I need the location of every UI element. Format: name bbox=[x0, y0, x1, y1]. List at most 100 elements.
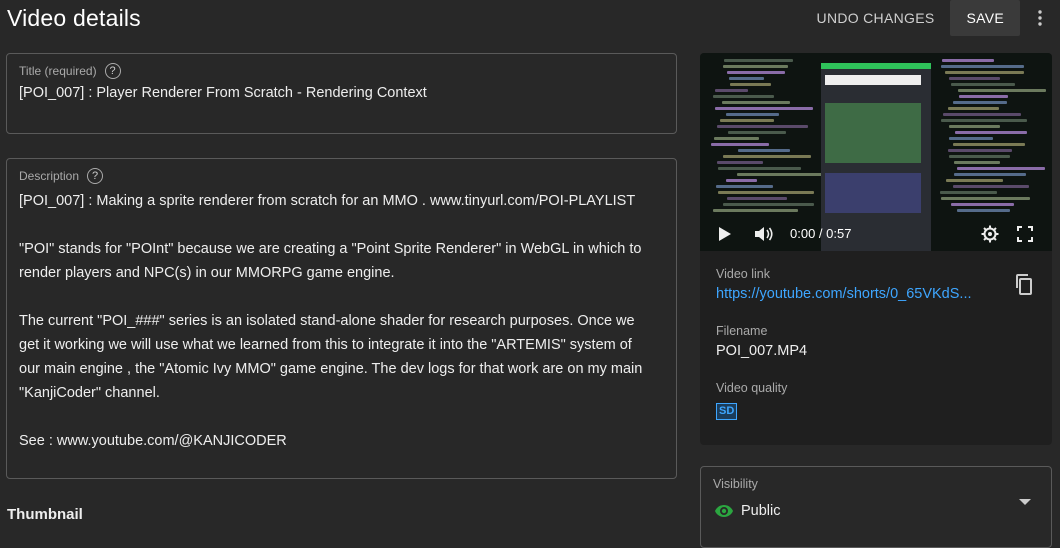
video-frame-code-line bbox=[723, 155, 811, 158]
page-title: Video details bbox=[7, 5, 141, 31]
video-frame-code-line bbox=[958, 89, 1046, 92]
video-frame-code-line bbox=[717, 125, 808, 128]
video-frame-panel bbox=[825, 173, 921, 213]
settings-icon[interactable] bbox=[981, 225, 999, 243]
save-button[interactable]: SAVE bbox=[950, 0, 1020, 36]
dropdown-arrow-icon[interactable] bbox=[1019, 499, 1031, 505]
description-label-row: Description ? bbox=[19, 168, 104, 184]
video-link-section: Video link https://youtube.com/shorts/0_… bbox=[716, 267, 972, 302]
video-frame-code-line bbox=[941, 119, 1027, 122]
video-frame-code-line bbox=[726, 113, 779, 116]
video-frame-code-line bbox=[723, 203, 814, 206]
video-frame-code-line bbox=[715, 89, 748, 92]
title-field[interactable]: Title (required) ? [POI_007] : Player Re… bbox=[6, 53, 677, 134]
visibility-dropdown[interactable]: Visibility Public bbox=[700, 466, 1052, 548]
title-label-row: Title (required) ? bbox=[19, 63, 121, 79]
video-frame-code-line bbox=[940, 191, 997, 194]
video-frame-code-line bbox=[949, 137, 993, 140]
video-frame-code-line bbox=[728, 131, 786, 134]
undo-changes-button[interactable]: UNDO CHANGES bbox=[801, 0, 951, 36]
video-frame-bar bbox=[821, 63, 931, 69]
video-frame-code-line bbox=[943, 113, 1021, 116]
video-frame-code-line bbox=[941, 197, 1030, 200]
sd-quality-badge: SD bbox=[716, 403, 738, 420]
video-frame-code-line bbox=[941, 65, 1024, 68]
help-icon[interactable]: ? bbox=[104, 63, 121, 79]
video-frame-code-line bbox=[717, 161, 763, 164]
video-link-label: Video link bbox=[716, 267, 770, 281]
description-blank-line bbox=[19, 405, 667, 429]
video-frame-panel bbox=[825, 103, 921, 163]
play-icon[interactable] bbox=[718, 226, 732, 242]
video-frame-code-line bbox=[949, 77, 1000, 80]
filename-value: POI_007.MP4 bbox=[716, 343, 808, 359]
description-input[interactable]: [POI_007] : Making a sprite renderer fro… bbox=[19, 189, 667, 453]
title-input[interactable]: [POI_007] : Player Renderer From Scratch… bbox=[19, 85, 427, 101]
description-line: get it working we will use what we learn… bbox=[19, 337, 632, 353]
video-frame-code-line bbox=[957, 167, 1045, 170]
video-frame-code-line bbox=[953, 143, 1025, 146]
description-line: "POI" stands for "POInt" because we are … bbox=[19, 241, 642, 257]
video-frame-code-line bbox=[955, 131, 1027, 134]
video-frame-code-line bbox=[954, 173, 1026, 176]
video-frame-code-line bbox=[715, 107, 813, 110]
video-frame-code-line bbox=[737, 173, 827, 176]
video-frame-code-line bbox=[953, 101, 1007, 104]
visibility-value: Public bbox=[741, 503, 781, 519]
video-frame-code-line bbox=[720, 119, 774, 122]
description-line: "KanjiCoder" channel. bbox=[19, 385, 160, 401]
video-time: 0:00 / 0:57 bbox=[790, 226, 852, 241]
video-frame-code-line bbox=[730, 83, 771, 86]
video-frame-code-line bbox=[716, 185, 773, 188]
video-player[interactable]: 0:00 / 0:57 bbox=[700, 53, 1052, 251]
video-quality-section: Video quality SD bbox=[716, 381, 787, 420]
visibility-value-row: Public bbox=[715, 503, 781, 519]
eye-icon bbox=[715, 505, 733, 517]
video-frame-code-line bbox=[954, 161, 1000, 164]
description-line: The current "POI_###" series is an isola… bbox=[19, 313, 635, 329]
video-frame-code-line bbox=[713, 95, 774, 98]
video-frame-code-line bbox=[727, 197, 787, 200]
description-line: [POI_007] : Making a sprite renderer fro… bbox=[19, 193, 636, 209]
video-frame-code-line bbox=[951, 83, 1015, 86]
video-frame-code-line bbox=[957, 209, 1010, 212]
video-frame-code-line bbox=[948, 149, 1012, 152]
filename-section: Filename POI_007.MP4 bbox=[716, 324, 807, 359]
video-quality-label: Video quality bbox=[716, 381, 788, 395]
video-frame-code-line bbox=[953, 185, 1029, 188]
video-frame-code-line bbox=[726, 179, 757, 182]
video-frame-code-line bbox=[727, 71, 785, 74]
video-frame-code-line bbox=[718, 167, 801, 170]
video-frame-code-line bbox=[724, 59, 793, 62]
description-line: render players and NPC(s) in our MMORPG … bbox=[19, 265, 395, 281]
volume-icon[interactable] bbox=[754, 226, 774, 242]
video-frame-code-line bbox=[729, 77, 764, 80]
filename-label: Filename bbox=[716, 324, 768, 338]
title-label: Title (required) bbox=[19, 64, 97, 78]
more-options-icon[interactable] bbox=[1020, 0, 1060, 36]
video-controls: 0:00 / 0:57 bbox=[700, 216, 1052, 251]
video-frame-code-line bbox=[722, 101, 790, 104]
video-frame-code-line bbox=[738, 149, 790, 152]
video-frame-code-line bbox=[718, 191, 814, 194]
copy-icon[interactable] bbox=[1014, 273, 1032, 300]
video-frame-code-line bbox=[959, 95, 1008, 98]
help-icon[interactable]: ? bbox=[87, 168, 104, 184]
visibility-label: Visibility bbox=[713, 477, 758, 491]
video-side-card: 0:00 / 0:57 Video link https://youtube.c… bbox=[700, 53, 1052, 445]
video-frame-code-line bbox=[714, 137, 759, 140]
thumbnail-heading: Thumbnail bbox=[7, 506, 83, 523]
video-link[interactable]: https://youtube.com/shorts/0_65VKdS... bbox=[716, 286, 972, 302]
video-frame-code-line bbox=[713, 209, 798, 212]
description-label: Description bbox=[19, 169, 80, 183]
description-line: our main engine , the "Atomic Ivy MMO" g… bbox=[19, 361, 643, 377]
video-frame-code-line bbox=[951, 203, 1014, 206]
video-frame-code-line bbox=[945, 71, 1024, 74]
video-frame-code-line bbox=[946, 179, 1003, 182]
fullscreen-icon[interactable] bbox=[1017, 225, 1033, 242]
description-blank-line bbox=[19, 213, 667, 237]
video-frame-bar bbox=[825, 75, 921, 85]
description-field[interactable]: Description ? [POI_007] : Making a sprit… bbox=[6, 158, 677, 479]
video-frame-code-line bbox=[949, 125, 1000, 128]
video-frame-code-line bbox=[711, 143, 769, 146]
